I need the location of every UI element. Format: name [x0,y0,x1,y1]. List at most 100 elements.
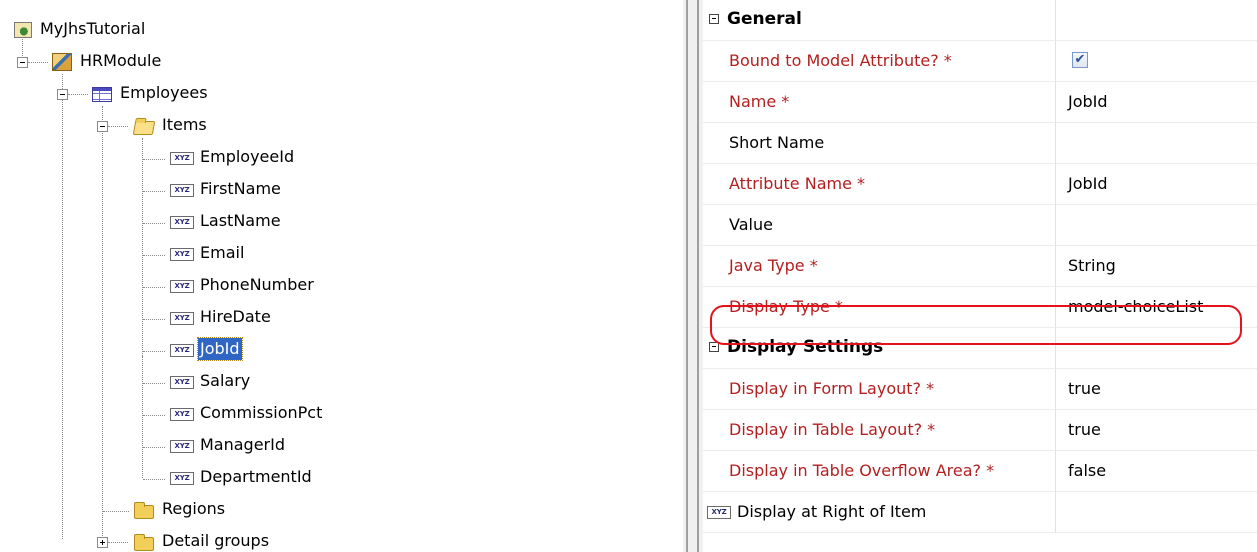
tree-node-label: LastName [200,211,281,230]
property-value-cell: model-choiceList [1056,287,1257,328]
property-label: Attribute Name * [729,174,866,193]
property-name[interactable]: Name * JobId [703,82,1257,123]
tree-guide [68,94,88,95]
category-general[interactable]: General [703,0,1257,41]
attribute-icon [170,312,194,325]
property-label: Display Type * [729,297,843,316]
property-name-cell: Display at Right of Item [703,492,1056,533]
tree-node-item[interactable]: Email [0,238,683,270]
tree-node-detail-groups-folder[interactable]: Detail groups [0,526,683,552]
property-label: Short Name [729,133,825,152]
property-name-cell: Display in Table Overflow Area? * [703,451,1056,492]
tree-node-item[interactable]: PhoneNumber [0,270,683,302]
tree-guide [28,62,48,63]
application-icon [14,22,32,38]
tree-node-item-selected[interactable]: JobId [0,334,683,366]
property-display-at-right-of-item[interactable]: Display at Right of Item [703,492,1257,533]
property-name-cell: General [703,0,1056,41]
property-name-cell: Attribute Name * [703,164,1056,205]
tree-node-label: CommissionPct [200,403,323,422]
property-value-cell: ✔ [1056,41,1257,82]
tree-node-item[interactable]: HireDate [0,302,683,334]
attribute-icon [170,184,194,197]
attribute-icon [170,152,194,165]
property-name-cell: Display in Form Layout? * [703,369,1056,410]
collapse-category-icon[interactable] [709,14,719,24]
property-value-cell: JobId [1056,82,1257,123]
property-value-cell: true [1056,369,1257,410]
tree-guide [143,447,165,448]
category-label: General [727,9,802,29]
property-value[interactable]: JobId [1068,92,1108,111]
tree-node-item[interactable]: ManagerId [0,430,683,462]
property-name-cell: Display Settings [703,328,1056,369]
property-value-cell [1056,328,1257,369]
tree-guide [143,287,165,288]
property-java-type[interactable]: Java Type * String [703,246,1257,287]
attribute-icon [170,216,194,229]
tree-node-label: DepartmentId [200,467,312,486]
property-value[interactable]: String [1068,256,1116,275]
property-name-cell: Value [703,205,1056,246]
property-value[interactable]: JobId [1068,174,1108,193]
panel-splitter[interactable] [683,0,703,552]
expand-toggle-icon[interactable] [97,537,108,548]
tree-node-label: ManagerId [200,435,286,454]
tree-guide [143,415,165,416]
property-value[interactable]: false [1068,461,1106,480]
property-name-cell: Java Type * [703,246,1056,287]
tree-guide [143,159,165,160]
property-label: Java Type * [729,256,818,275]
tree-node-item[interactable]: Salary [0,366,683,398]
tree-node-module[interactable]: HRModule [0,46,683,78]
property-name-cell: Name * [703,82,1056,123]
open-folder-icon [132,121,156,135]
property-label: Display at Right of Item [737,502,927,521]
attribute-icon [170,280,194,293]
property-value-cell: String [1056,246,1257,287]
tree-node-item[interactable]: DepartmentId [0,462,683,494]
tree-node-item[interactable]: EmployeeId [0,142,683,174]
property-value[interactable]: model-choiceList [1068,297,1203,316]
tree-node-label: PhoneNumber [200,275,314,294]
property-label: Display in Table Overflow Area? * [729,461,995,480]
tree-node-item[interactable]: LastName [0,206,683,238]
tree-guide [143,255,165,256]
property-short-name[interactable]: Short Name [703,123,1257,164]
collapse-category-icon[interactable] [709,342,719,352]
attribute-icon [170,344,194,357]
property-value[interactable]: true [1068,420,1101,439]
category-label: Display Settings [727,337,884,357]
property-label: Display in Form Layout? * [729,379,935,398]
tree-node-group[interactable]: Employees [0,78,683,110]
folder-icon [134,502,154,519]
collapse-toggle-icon[interactable] [97,121,108,132]
collapse-toggle-icon[interactable] [57,89,68,100]
property-display-in-form-layout[interactable]: Display in Form Layout? * true [703,369,1257,410]
tree-node-application[interactable]: MyJhsTutorial [0,14,683,46]
property-display-type[interactable]: Display Type * model-choiceList [703,287,1257,328]
tree-node-label: Regions [162,499,226,518]
property-bound-to-model-attribute[interactable]: Bound to Model Attribute? * ✔ [703,41,1257,82]
tree-guide [143,351,165,352]
tree-guide [143,319,165,320]
tree-node-label: Email [200,243,245,262]
tree-node-label: Detail groups [162,531,270,550]
property-value[interactable]: Value [703,205,1257,246]
property-attribute-name[interactable]: Attribute Name * JobId [703,164,1257,205]
tree-guide [108,126,128,127]
property-display-in-table-layout[interactable]: Display in Table Layout? * true [703,410,1257,451]
property-value[interactable]: true [1068,379,1101,398]
bound-checkbox[interactable]: ✔ [1072,52,1088,68]
tree-node-regions-folder[interactable]: Regions [0,494,683,526]
attribute-icon [170,248,194,261]
tree-node-items-folder[interactable]: Items [0,110,683,142]
tree-guide [143,479,165,480]
property-label: Name * [729,92,790,111]
category-display-settings[interactable]: Display Settings [703,328,1257,369]
property-display-in-table-overflow-area[interactable]: Display in Table Overflow Area? * false [703,451,1257,492]
tree-node-item[interactable]: FirstName [0,174,683,206]
tree-node-label: JobId [197,337,243,361]
collapse-toggle-icon[interactable] [17,57,28,68]
tree-node-item[interactable]: CommissionPct [0,398,683,430]
